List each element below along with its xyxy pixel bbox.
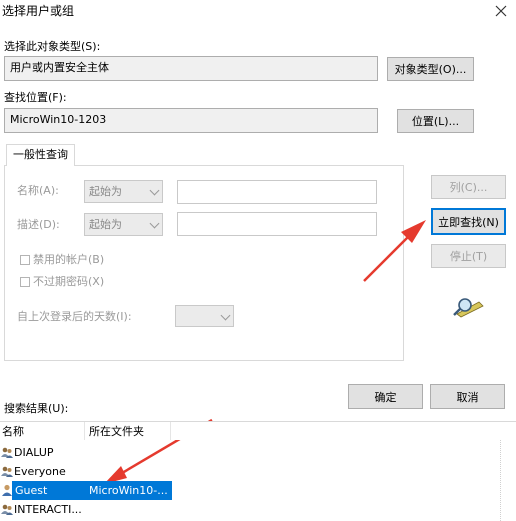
list-item-folder: MicroWin10-... <box>89 484 168 497</box>
users-icon <box>1 466 13 477</box>
list-item[interactable]: INTERACTI... <box>0 500 516 519</box>
results-list[interactable]: 名称 所在文件夹 DIALUP Everyone Guest MicroWin1… <box>0 421 516 521</box>
column-header-folder[interactable]: 所在文件夹 <box>89 425 144 439</box>
users-icon <box>1 504 13 515</box>
results-header: 名称 所在文件夹 <box>0 422 516 440</box>
column-header-name[interactable]: 名称 <box>2 425 24 439</box>
tab-general-query[interactable]: 一般性查询 <box>6 144 75 166</box>
column-divider <box>84 422 85 440</box>
users-icon <box>1 447 13 458</box>
list-item[interactable]: DIALUP <box>0 443 516 462</box>
list-item-selected[interactable]: Guest MicroWin10-... <box>0 481 516 500</box>
column-divider <box>170 422 171 440</box>
scrollbar[interactable] <box>500 440 515 521</box>
list-item[interactable]: Everyone <box>0 462 516 481</box>
search-results-label: 搜索结果(U): <box>4 402 69 415</box>
list-item-name: Guest <box>15 484 48 497</box>
